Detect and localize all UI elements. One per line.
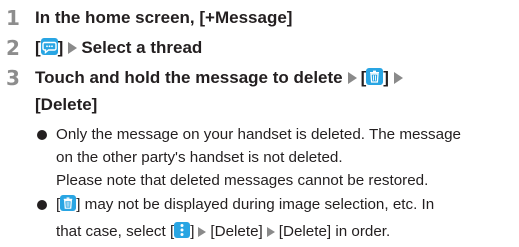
triangle-right-icon [68,42,78,54]
step-number: 3 [6,66,20,90]
bullet-dot [37,200,47,210]
trash-icon [60,195,77,211]
bracket-close: ] [383,68,389,87]
step-text: Select a thread [81,38,203,57]
triangle-right-icon [347,72,357,84]
note-2-line-1: [] may not be displayed during image sel… [56,195,435,213]
step-text: In the home screen, [+Message] [35,8,293,27]
trash-icon [366,68,384,85]
step-number: 1 [6,6,20,30]
note-2-line-2: that case, select [] [Delete] [Delete] in … [56,222,391,240]
bracket-close: ] [57,38,64,57]
step-text-continued: [Delete] [35,95,98,114]
step-text-row: Touch and hold the message to delete[] [35,66,407,90]
triangle-right-icon [198,227,207,237]
note-1-line-1: Only the message on your handset is dele… [56,126,461,143]
step-text: Touch and hold the message to delete [35,68,343,87]
speech-bubble-icon [40,38,58,55]
triangle-right-icon [266,227,275,237]
step-number: 2 [6,36,20,60]
note-1-line-2: on the other party's handset is not dele… [56,149,343,166]
step-text-row: [] Select a thread [35,36,202,60]
note-1-line-3: Please note that deleted messages cannot… [56,172,429,189]
more-vertical-icon [174,222,191,238]
triangle-right-icon [393,72,403,84]
bullet-dot [37,130,47,140]
